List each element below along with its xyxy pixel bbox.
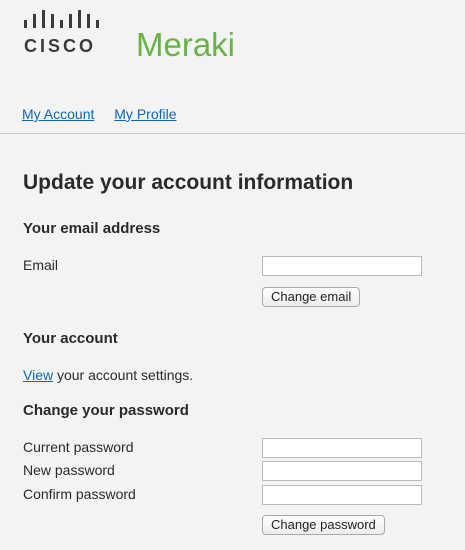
cisco-bars-icon xyxy=(24,10,99,28)
account-nav: My Account My Profile xyxy=(22,106,193,122)
current-password-field[interactable] xyxy=(262,438,422,458)
cisco-wordmark: CISCO xyxy=(24,36,97,56)
header-divider xyxy=(0,133,465,134)
email-label: Email xyxy=(23,257,59,273)
account-settings-line: View your account settings. xyxy=(23,367,193,383)
account-page: CISCO Meraki My Account My Profile Updat… xyxy=(0,0,465,550)
page-title: Update your account information xyxy=(23,171,354,194)
change-password-button[interactable]: Change password xyxy=(262,515,385,535)
confirm-password-field[interactable] xyxy=(262,485,422,505)
change-email-button[interactable]: Change email xyxy=(262,287,361,307)
view-account-settings-link[interactable]: View xyxy=(23,367,53,383)
email-section-heading: Your email address xyxy=(23,220,161,237)
meraki-wordmark: Meraki xyxy=(136,26,236,63)
cisco-meraki-logo: CISCO Meraki xyxy=(22,10,282,63)
nav-link-my-profile[interactable]: My Profile xyxy=(114,106,176,122)
account-section-heading: Your account xyxy=(23,330,118,347)
new-password-label: New password xyxy=(23,462,115,478)
current-password-label: Current password xyxy=(23,439,134,455)
view-account-settings-text: your account settings. xyxy=(53,367,194,383)
nav-link-my-account[interactable]: My Account xyxy=(22,106,94,122)
new-password-field[interactable] xyxy=(262,461,422,481)
password-section-heading: Change your password xyxy=(23,402,189,419)
email-field[interactable] xyxy=(262,256,422,276)
confirm-password-label: Confirm password xyxy=(23,486,136,502)
